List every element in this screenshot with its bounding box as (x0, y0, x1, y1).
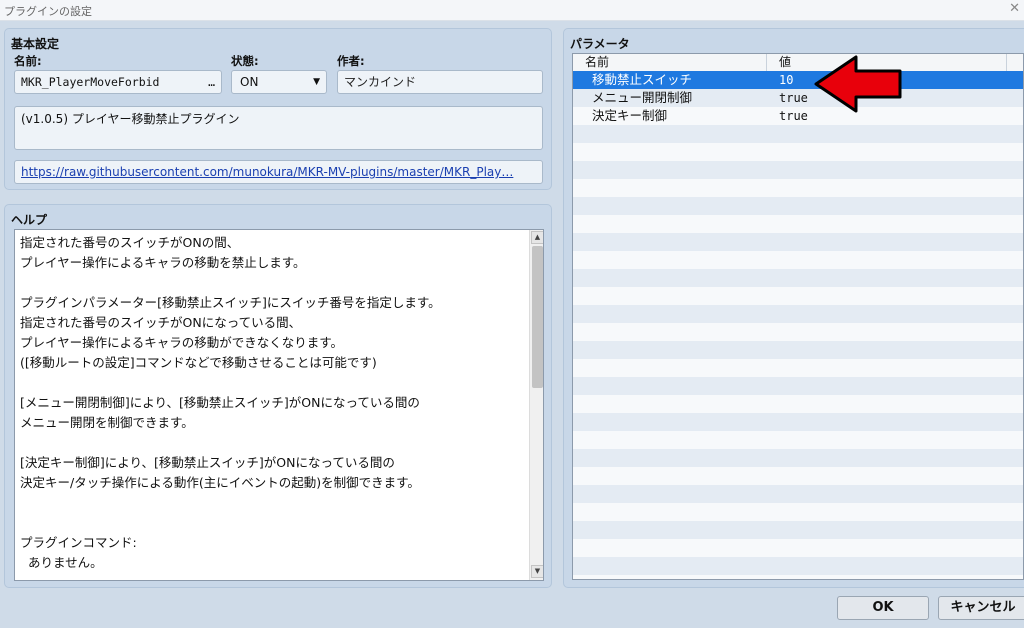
column-header-name[interactable]: 名前 (573, 54, 767, 71)
parameters-title: パラメータ (570, 37, 630, 51)
list-stripe (573, 341, 1023, 359)
help-text: 指定された番号のスイッチがONの間、 プレイヤー操作によるキャラの移動を禁止しま… (20, 235, 441, 570)
parameters-group: パラメータ 名前 値 移動禁止スイッチ 10 メニュー開閉制御 true 決定キ… (563, 28, 1024, 588)
scroll-thumb[interactable] (532, 246, 543, 388)
parameter-list[interactable]: 名前 値 移動禁止スイッチ 10 メニュー開閉制御 true 決定キー制御 tr… (572, 53, 1024, 580)
param-name: 移動禁止スイッチ (592, 72, 693, 87)
list-stripe (573, 557, 1023, 575)
plugin-name-value: MKR_PlayerMoveForbid (21, 75, 160, 89)
param-value: 10 (779, 73, 794, 87)
param-value: true (779, 109, 808, 123)
basic-settings-title: 基本設定 (11, 37, 60, 51)
author-value: マンカインド (344, 75, 417, 89)
param-row-decide-key-control[interactable]: 決定キー制御 true (573, 107, 1023, 125)
cancel-button[interactable]: キャンセル (938, 596, 1024, 620)
close-icon[interactable]: ✕ (1009, 1, 1020, 16)
name-label: 名前: (14, 54, 42, 68)
list-stripe (573, 449, 1023, 467)
list-stripe (573, 197, 1023, 215)
help-group: ヘルプ 指定された番号のスイッチがONの間、 プレイヤー操作によるキャラの移動を… (4, 204, 552, 588)
scroll-up-icon[interactable]: ▲ (531, 231, 543, 244)
list-stripe (573, 485, 1023, 503)
plugin-name-field[interactable]: MKR_PlayerMoveForbid … (14, 70, 222, 94)
browse-button[interactable]: … (208, 71, 215, 93)
list-stripe (573, 161, 1023, 179)
list-stripe (573, 233, 1023, 251)
state-label: 状態: (231, 54, 259, 68)
help-title: ヘルプ (11, 213, 48, 227)
description-field[interactable]: (v1.0.5) プレイヤー移動禁止プラグイン (14, 106, 543, 150)
title-bar: プラグインの設定 ✕ (0, 0, 1024, 21)
chevron-down-icon: ▼ (313, 77, 320, 87)
scroll-down-icon[interactable]: ▼ (531, 565, 543, 578)
list-stripe (573, 269, 1023, 287)
parameter-list-header: 名前 値 (573, 54, 1023, 72)
help-scrollbar[interactable]: ▲ ▼ (529, 230, 543, 580)
list-stripe (573, 377, 1023, 395)
param-row-move-forbid-switch[interactable]: 移動禁止スイッチ 10 (573, 71, 1023, 89)
plugin-url-link[interactable]: https://raw.githubusercontent.com/munoku… (21, 165, 513, 179)
param-row-menu-control[interactable]: メニュー開閉制御 true (573, 89, 1023, 107)
author-label: 作者: (337, 54, 365, 68)
help-textbox[interactable]: 指定された番号のスイッチがONの間、 プレイヤー操作によるキャラの移動を禁止しま… (14, 229, 544, 581)
state-value: ON (240, 75, 259, 89)
author-field[interactable]: マンカインド (337, 70, 543, 94)
ok-button[interactable]: OK (837, 596, 929, 620)
list-stripe (573, 125, 1023, 143)
url-field[interactable]: https://raw.githubusercontent.com/munoku… (14, 160, 543, 184)
basic-settings-group: 基本設定 名前: MKR_PlayerMoveForbid … 状態: ON ▼… (4, 28, 552, 190)
list-stripe (573, 305, 1023, 323)
list-stripe (573, 413, 1023, 431)
param-value: true (779, 91, 808, 105)
param-name: 決定キー制御 (592, 108, 668, 123)
state-select[interactable]: ON ▼ (231, 70, 327, 94)
window-title: プラグインの設定 (4, 5, 92, 18)
description-text: (v1.0.5) プレイヤー移動禁止プラグイン (21, 112, 240, 126)
red-arrow-annotation (814, 55, 902, 113)
list-stripe (573, 521, 1023, 539)
param-name: メニュー開閉制御 (592, 90, 693, 105)
